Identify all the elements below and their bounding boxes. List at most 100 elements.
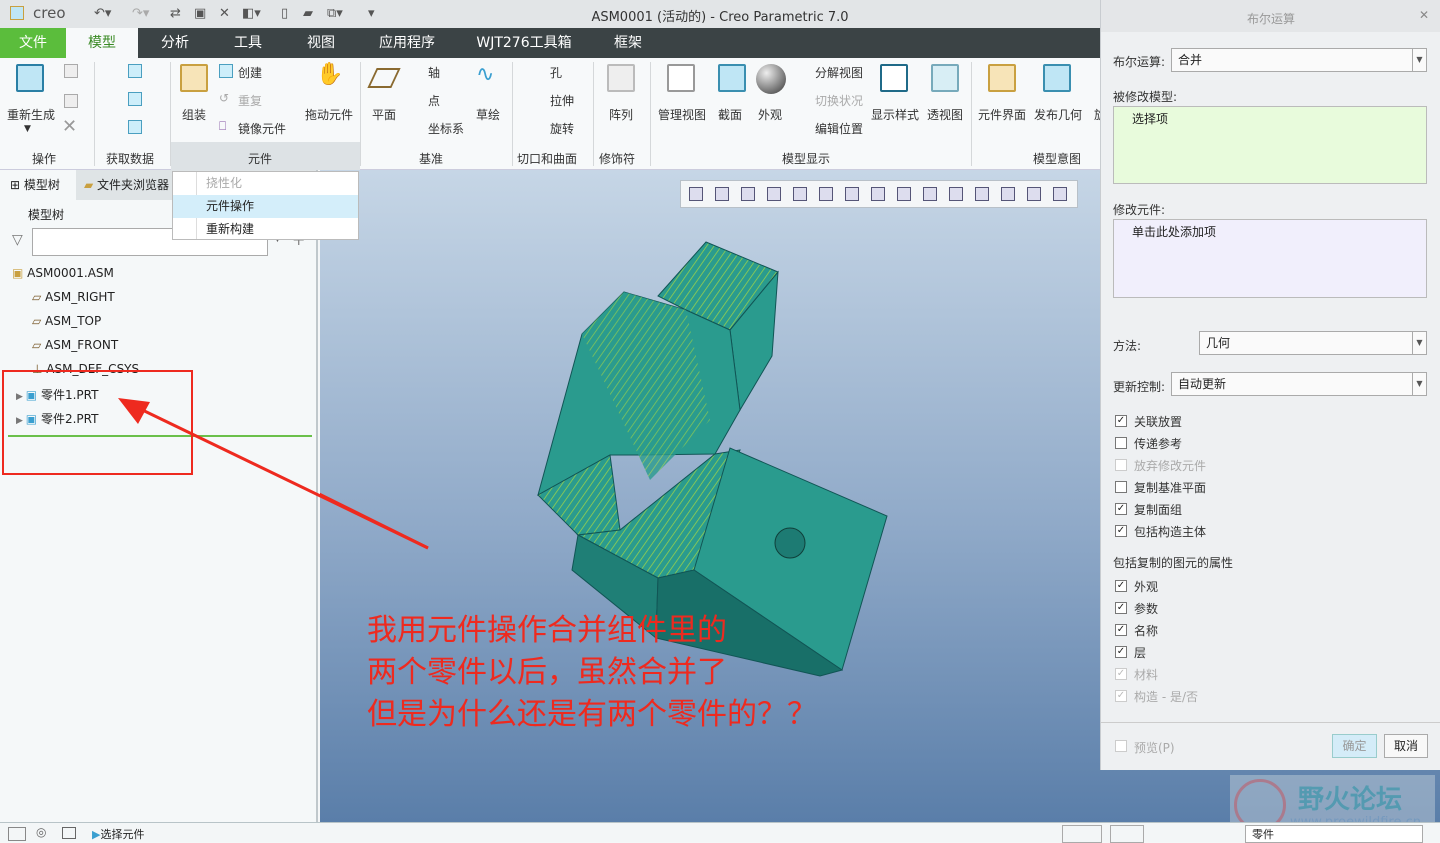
display-style-icon[interactable] xyxy=(793,187,807,201)
component-interface-button[interactable]: 元件界面 xyxy=(978,106,1026,123)
saved-orientations-icon[interactable] xyxy=(819,187,833,201)
option-checkbox[interactable]: ✓ xyxy=(1115,668,1127,680)
section-icon[interactable] xyxy=(897,187,911,201)
method-select[interactable]: 几何 ▼ xyxy=(1199,331,1427,355)
tab-model-tree[interactable]: ⊞ 模型树 xyxy=(0,170,76,200)
group-model-intent[interactable]: 模型意图 xyxy=(1033,150,1081,167)
tab-wjt276-toolbox[interactable]: WJT276工具箱 xyxy=(468,28,580,58)
pattern-button[interactable]: 阵列 xyxy=(609,106,633,123)
repaint-icon[interactable] xyxy=(767,187,781,201)
option-checkbox[interactable]: ✓ xyxy=(1115,503,1127,515)
option-checkbox[interactable]: ✓ xyxy=(1115,415,1127,427)
filter-icon[interactable]: ▽ xyxy=(12,232,23,248)
section-button[interactable]: 截面 xyxy=(718,106,742,123)
zoom-in-icon[interactable] xyxy=(715,187,729,201)
annotation-icon[interactable] xyxy=(1053,187,1067,201)
modifying-components-collector[interactable]: 单击此处添加项 xyxy=(1113,219,1427,298)
tab-file[interactable]: 文件 xyxy=(0,28,66,58)
assemble-button[interactable]: 组装 xyxy=(182,106,206,123)
datum-display-icon[interactable] xyxy=(923,187,937,201)
option-checkbox[interactable]: ✓ xyxy=(1115,624,1127,636)
menu-item-restructure[interactable]: 重新构建 xyxy=(173,218,358,241)
menu-item-flexibility[interactable]: 挠性化 xyxy=(173,172,358,195)
group-datum[interactable]: 基准 xyxy=(419,150,443,167)
csys-button[interactable]: 坐标系 xyxy=(428,120,464,137)
browser-icon[interactable]: ◎ xyxy=(36,825,46,839)
revolve-button[interactable]: 旋转 xyxy=(550,120,574,137)
option-checkbox[interactable]: ✓ xyxy=(1115,646,1127,658)
axis-button[interactable]: 轴 xyxy=(428,64,440,81)
fullscreen-icon[interactable] xyxy=(62,827,76,839)
point-button[interactable]: 点 xyxy=(428,92,440,109)
hole-button[interactable]: 孔 xyxy=(550,64,562,81)
publish-geometry-button[interactable]: 发布几何 xyxy=(1034,106,1082,123)
pause-icon[interactable] xyxy=(1027,187,1041,201)
warning-icon[interactable] xyxy=(1001,187,1015,201)
group-operations[interactable]: 操作 xyxy=(32,150,56,167)
tree-item[interactable]: ▱ ASM_TOP xyxy=(32,314,101,328)
group-model-display[interactable]: 模型显示 xyxy=(782,150,830,167)
drag-components-button[interactable]: 拖动元件 xyxy=(305,106,353,123)
group-cut-surface[interactable]: 切口和曲面 xyxy=(517,150,577,167)
find-icon[interactable] xyxy=(1062,825,1102,843)
plane-button[interactable]: 平面 xyxy=(372,106,396,123)
close-icon[interactable]: ✕ xyxy=(1419,8,1429,22)
refit-icon[interactable] xyxy=(689,187,703,201)
extrude-button[interactable]: 拉伸 xyxy=(550,92,574,109)
preview-checkbox[interactable] xyxy=(1115,740,1127,752)
option-checkbox[interactable]: ✓ xyxy=(1115,602,1127,614)
group-get-data[interactable]: 获取数据 xyxy=(106,150,154,167)
manage-views-button[interactable]: 管理视图 xyxy=(658,106,706,123)
paste-icon[interactable] xyxy=(64,94,78,108)
sketch-button[interactable]: 草绘 xyxy=(476,106,500,123)
selection-tool-icon[interactable] xyxy=(1110,825,1144,843)
delete-icon[interactable]: ✕ xyxy=(62,116,77,137)
tab-analysis[interactable]: 分析 xyxy=(145,28,205,58)
toggle-status-button[interactable]: 切换状况 xyxy=(815,92,863,109)
tab-tools[interactable]: 工具 xyxy=(218,28,278,58)
tree-item[interactable]: ▣ ASM0001.ASM xyxy=(12,266,114,280)
annotation-display-icon[interactable] xyxy=(949,187,963,201)
explode-view-button[interactable]: 分解视图 xyxy=(815,64,863,81)
perspective-icon[interactable] xyxy=(871,187,885,201)
tree-item[interactable]: ▱ ASM_RIGHT xyxy=(32,290,115,304)
option-checkbox[interactable]: ✓ xyxy=(1115,580,1127,592)
toggle-navigator-icon[interactable] xyxy=(8,827,26,841)
group-component[interactable]: 元件 xyxy=(248,150,272,167)
tab-view[interactable]: 视图 xyxy=(291,28,351,58)
perspective-button[interactable]: 透视图 xyxy=(927,106,963,123)
modified-model-collector[interactable]: 选择项 xyxy=(1113,106,1427,184)
copy-geom-icon[interactable] xyxy=(128,120,142,134)
option-checkbox[interactable]: ✓ xyxy=(1115,525,1127,537)
option-checkbox[interactable] xyxy=(1115,481,1127,493)
option-checkbox[interactable] xyxy=(1115,459,1127,471)
operation-select[interactable]: 合并 ▼ xyxy=(1171,48,1427,72)
copy-icon[interactable] xyxy=(64,64,78,78)
cancel-button[interactable]: 取消 xyxy=(1384,734,1428,758)
display-style-button[interactable]: 显示样式 xyxy=(871,106,919,123)
tab-folder-browser[interactable]: ▰ 文件夹浏览器 xyxy=(84,170,184,200)
update-control-select[interactable]: 自动更新 ▼ xyxy=(1171,372,1427,396)
regenerate-button[interactable]: 重新生成 xyxy=(7,106,55,123)
get-data-icon[interactable] xyxy=(128,64,142,78)
tab-applications[interactable]: 应用程序 xyxy=(367,28,447,58)
mirror-component-button[interactable]: 镜像元件 xyxy=(238,120,286,137)
option-checkbox[interactable]: ✓ xyxy=(1115,690,1127,702)
tab-frame[interactable]: 框架 xyxy=(598,28,658,58)
tree-item[interactable]: ▱ ASM_FRONT xyxy=(32,338,118,352)
edit-position-button[interactable]: 编辑位置 xyxy=(815,120,863,137)
ok-button[interactable]: 确定 xyxy=(1332,734,1377,758)
appearance-button[interactable]: 外观 xyxy=(758,106,782,123)
zoom-out-icon[interactable] xyxy=(741,187,755,201)
status-message: ▶选择元件 xyxy=(92,828,145,841)
create-button[interactable]: 创建 xyxy=(238,64,262,81)
menu-item-component-operations[interactable]: 元件操作 xyxy=(173,195,358,218)
group-modifiers[interactable]: 修饰符 xyxy=(599,150,635,167)
merge-icon[interactable] xyxy=(128,92,142,106)
view-manager-icon[interactable] xyxy=(845,187,859,201)
option-checkbox[interactable] xyxy=(1115,437,1127,449)
selection-filter-select[interactable]: 零件 xyxy=(1245,825,1423,843)
tab-model[interactable]: 模型 xyxy=(66,28,138,58)
spin-center-icon[interactable] xyxy=(975,187,989,201)
repeat-button[interactable]: 重复 xyxy=(238,92,262,109)
